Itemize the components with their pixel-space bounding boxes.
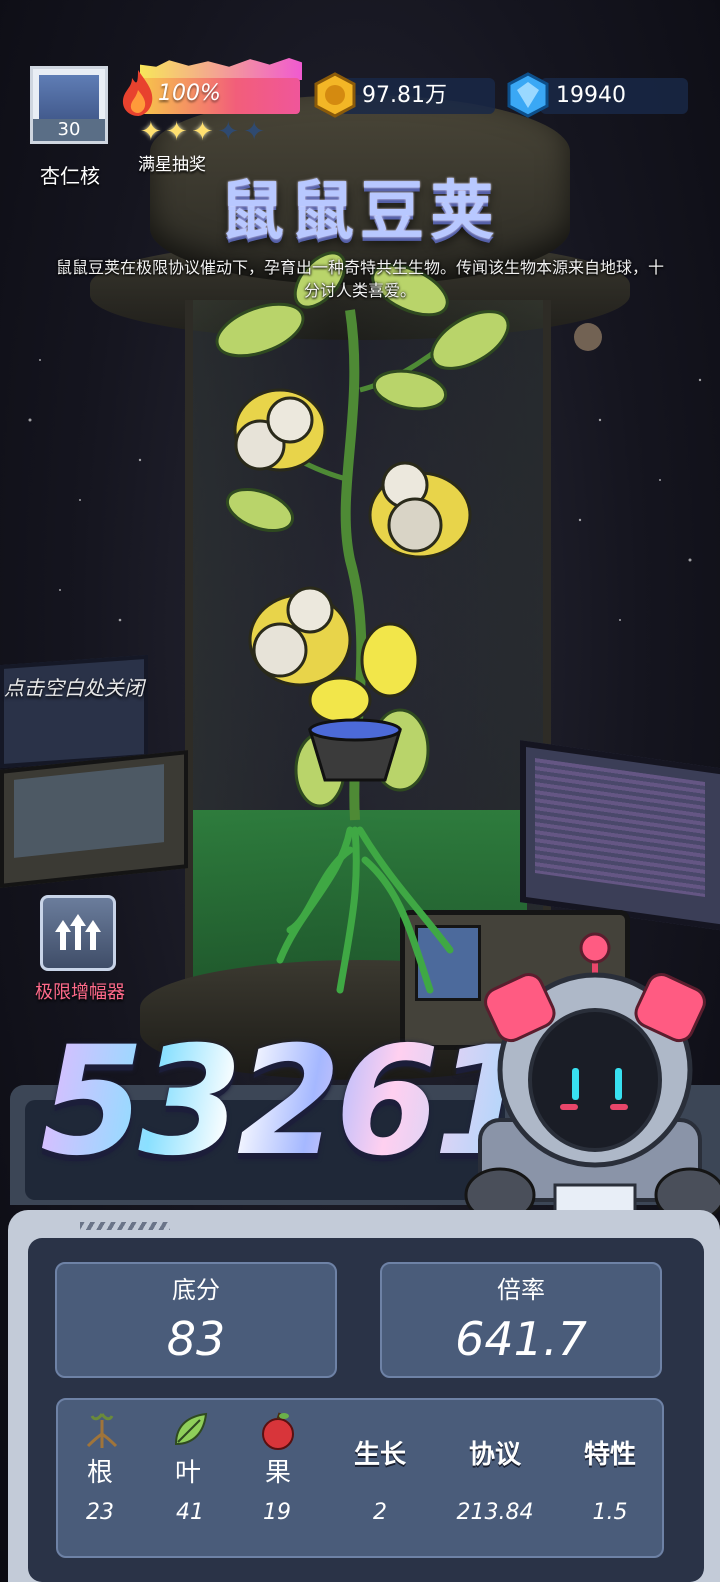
avatar-image (39, 75, 99, 125)
leaf-label: 叶 (174, 1458, 201, 1488)
base-score-label: 底分 (172, 1276, 220, 1304)
amplifier-button[interactable] (40, 895, 116, 971)
panel-stripe (80, 1222, 170, 1230)
fruit-icon (262, 1412, 294, 1450)
growth-value: 2 (373, 1500, 387, 1525)
gold-coin-icon (314, 72, 356, 118)
gold-amount: 97.81万 (362, 83, 447, 108)
star-filled-icon: ✦ (191, 117, 214, 147)
star-empty-icon: ✦ (243, 117, 265, 147)
leaf-icon (174, 1412, 208, 1446)
distant-planet (574, 323, 602, 351)
trait-label: 特性 (583, 1440, 636, 1470)
multiplier-value: 641.7 (455, 1312, 587, 1366)
flame-icon (122, 70, 153, 116)
multiplier-label: 倍率 (497, 1276, 545, 1304)
fruit-value: 19 (263, 1500, 291, 1525)
plant-title: 鼠鼠豆荚 (220, 175, 500, 249)
gem-amount: 19940 (556, 83, 626, 108)
amplifier-label: 极限增幅器 (35, 982, 125, 1003)
up-arrows-icon (55, 914, 101, 950)
star-filled-icon: ✦ (165, 117, 188, 147)
player-avatar[interactable]: 30 (30, 66, 108, 144)
left-console-screen (14, 764, 164, 858)
fruit-label: 果 (264, 1458, 291, 1488)
growth-label: 生长 (353, 1440, 406, 1470)
star-rating[interactable]: ✦ ✦ ✦ ✦ ✦ (140, 118, 265, 146)
total-score: 53261 (40, 1015, 538, 1189)
root-icon (86, 1413, 118, 1448)
protocol-value: 213.84 (456, 1500, 534, 1525)
robot-mascot (464, 932, 720, 1223)
base-score-value: 83 (166, 1312, 226, 1366)
trait-value: 1.5 (592, 1500, 628, 1525)
protocol-label: 协议 (468, 1440, 521, 1470)
root-label: 根 (86, 1458, 113, 1488)
player-level: 30 (33, 119, 105, 141)
right-monitor-screen (535, 758, 705, 897)
gem-icon (507, 72, 549, 118)
plant-description: 鼠鼠豆荚在极限协议催动下，孕育出一种奇特共生生物。传闻该生物本源来自地球，十分讨… (55, 258, 664, 300)
star-empty-icon: ✦ (217, 117, 240, 147)
close-hint[interactable]: 点击空白处关闭 (4, 672, 144, 701)
star-filled-icon: ✦ (140, 117, 162, 147)
energy-percent: 100% (158, 81, 221, 106)
mouse-pea-plant (215, 251, 510, 994)
